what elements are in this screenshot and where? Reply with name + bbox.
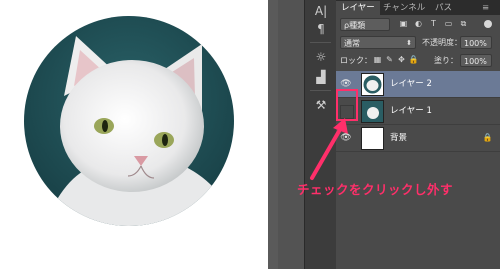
tab-channels[interactable]: チャンネル [378,1,430,15]
tool-strip: A| ¶ ☼ ▟ ⚒ [304,0,337,269]
eye-icon[interactable]: 👁 [340,132,352,144]
blend-mode-label: 通常 [344,39,360,48]
opacity-value: 100% [464,39,487,48]
layer-row-background[interactable]: 👁 背景 🔒 [336,125,500,152]
filter-smartobject-icon[interactable]: ⧉ [458,18,469,29]
character-icon[interactable]: A| [311,2,331,20]
lock-icon: 🔒 [482,133,493,142]
blend-row: 通常 ⬍ 不透明度： 100% [336,36,500,51]
visibility-highlight-box [336,89,358,121]
layer-thumbnail [361,100,384,123]
tab-layers[interactable]: レイヤー [336,1,380,15]
brush-presets-icon[interactable]: ⚒ [311,96,331,114]
panel-tabs: レイヤー チャンネル パス ≡ [336,0,500,15]
filter-pixel-icon[interactable]: ▣ [398,18,409,29]
cat-image [24,16,234,226]
layer-name[interactable]: レイヤー 2 [390,77,432,89]
navigator-icon[interactable]: ☼ [311,48,331,66]
tab-paths[interactable]: パス [430,1,457,15]
lock-all-icon[interactable]: 🔒 [408,54,419,65]
filter-toggle-icon[interactable] [484,20,492,28]
tool-separator [310,42,331,43]
filter-adjustment-icon[interactable]: ◐ [413,18,424,29]
layer-thumbnail [361,127,384,150]
paragraph-icon[interactable]: ¶ [311,20,331,38]
fill-label: 塗り： [434,56,458,65]
filter-kind-label: ρ種類 [344,21,366,30]
layer-row-1[interactable]: レイヤー 1 [336,98,500,125]
filter-row: ρ種類 ▣ ◐ T ▭ ⧉ [336,18,500,33]
lock-label: ロック： [340,56,372,65]
document-canvas[interactable] [0,0,268,269]
filter-kind-select[interactable]: ρ種類 [340,18,390,31]
chevron-down-icon: ⬍ [406,39,412,47]
histogram-icon[interactable]: ▟ [311,68,331,86]
layers-panel: レイヤー チャンネル パス ≡ ρ種類 ▣ ◐ T ▭ ⧉ 通常 ⬍ 不透明度：… [336,0,500,269]
canvas-area [0,0,278,269]
fill-value: 100% [464,57,487,66]
layer-row-2[interactable]: 👁 レイヤー 2 [336,71,500,98]
cat-photo-illustration [24,16,234,226]
layer-thumbnail [361,73,384,96]
lock-row: ロック： ▦ ✎ ✥ 🔒 塗り： 100% [336,54,500,69]
filter-shape-icon[interactable]: ▭ [443,18,454,29]
layer-name[interactable]: 背景 [390,131,407,143]
tool-separator [310,90,331,91]
opacity-label: 不透明度： [422,38,462,47]
opacity-input[interactable]: 100% [460,36,492,49]
layer-name[interactable]: レイヤー 1 [390,104,432,116]
filter-type-icon[interactable]: T [428,18,439,29]
lock-transparent-icon[interactable]: ▦ [372,54,383,65]
annotation-text: チェックをクリックし外す [297,182,454,197]
fill-input[interactable]: 100% [460,54,492,67]
panel-menu-icon[interactable]: ≡ [482,1,489,15]
blend-mode-select[interactable]: 通常 ⬍ [340,36,416,49]
lock-brush-icon[interactable]: ✎ [384,54,395,65]
lock-move-icon[interactable]: ✥ [396,54,407,65]
